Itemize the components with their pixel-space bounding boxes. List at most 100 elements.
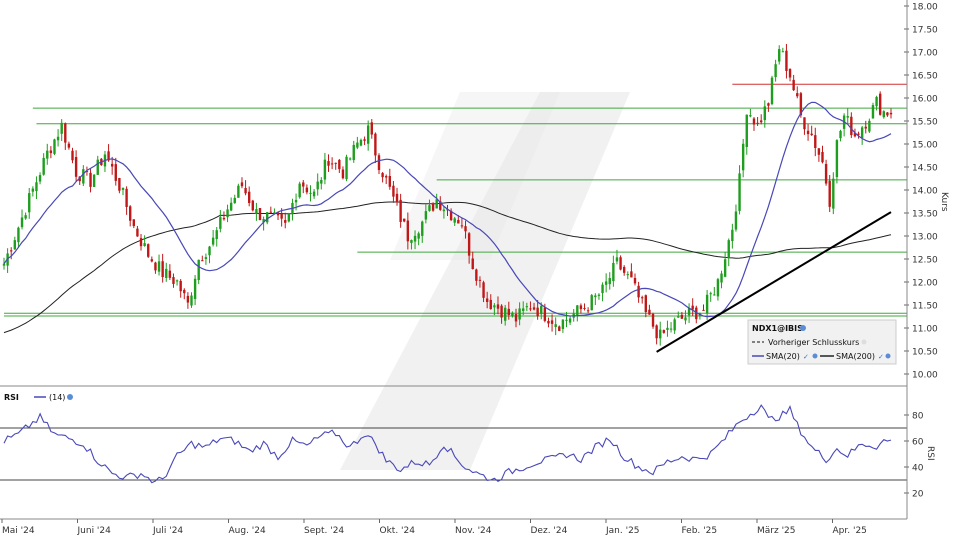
candle [298, 181, 301, 199]
candle [139, 233, 143, 251]
candle-body [327, 161, 330, 166]
candle-body [532, 307, 536, 310]
candle-body [478, 279, 482, 281]
candle [233, 194, 236, 204]
candle [309, 185, 312, 202]
candle [323, 152, 327, 185]
candle-body [651, 313, 655, 327]
candle [752, 117, 756, 131]
candle [814, 127, 817, 157]
candle-body [489, 299, 492, 309]
candle-body [648, 309, 651, 315]
candle-body [74, 157, 78, 177]
candle-body [770, 77, 774, 105]
candle-body [204, 257, 208, 260]
candle [320, 177, 323, 190]
candle [60, 119, 63, 141]
candle-body [222, 217, 226, 220]
legend-check-icon[interactable]: ✓ [878, 353, 884, 361]
candle-body [237, 185, 240, 198]
candle [806, 124, 810, 141]
candle [568, 315, 572, 325]
candle [756, 117, 759, 126]
candle-body [824, 164, 828, 184]
candle-body [125, 188, 128, 207]
candle [821, 145, 824, 164]
candle-body [871, 105, 875, 119]
time-tick-label: Feb. '25 [682, 526, 718, 536]
candle-body [395, 193, 399, 203]
candle [157, 254, 161, 276]
candle-body [850, 116, 853, 136]
candle [35, 176, 38, 200]
candle-body [136, 228, 139, 237]
candle-body [381, 173, 384, 178]
candle [659, 321, 662, 346]
candle-body [781, 51, 785, 53]
candle [601, 282, 604, 302]
candle [132, 219, 136, 229]
candle [201, 255, 204, 262]
candle [803, 117, 806, 135]
candle-body [644, 295, 648, 313]
candle-body [482, 282, 485, 298]
candle [788, 68, 792, 82]
candle [770, 75, 774, 106]
candle-body [352, 144, 355, 161]
candle-body [734, 211, 738, 230]
candle [741, 138, 745, 178]
price-tick-label: 15.00 [912, 141, 938, 151]
candle [677, 311, 680, 318]
candle [215, 226, 218, 247]
candle-body [467, 233, 471, 256]
candle-body [659, 329, 662, 339]
candle-body [294, 199, 298, 203]
candle-body [10, 250, 13, 252]
candle-body [565, 319, 568, 321]
candle [330, 157, 334, 170]
candle-body [255, 209, 258, 214]
candle-body [24, 215, 27, 219]
candle-body [540, 305, 543, 315]
candle [251, 199, 254, 212]
candle-body [20, 217, 24, 228]
time-tick-label: März '25 [757, 526, 796, 536]
candle-body [366, 125, 370, 144]
candle [190, 292, 193, 308]
candle-body [511, 312, 514, 317]
candle [179, 279, 182, 298]
candle-body [597, 294, 601, 296]
candle [842, 113, 846, 137]
candle [662, 329, 666, 334]
time-tick-label: Mai '24 [2, 526, 35, 536]
candle [17, 226, 20, 249]
candle-body [147, 244, 150, 257]
candle-body [832, 178, 835, 209]
legend-item-sma20: SMA(20) [766, 352, 800, 361]
candle [878, 91, 882, 116]
candle-body [496, 304, 500, 309]
candle [590, 293, 593, 311]
candle [810, 125, 813, 136]
candle-body [475, 269, 478, 281]
candle [586, 307, 590, 314]
candle [579, 303, 583, 314]
candle-body [42, 157, 45, 175]
candle-body [745, 114, 748, 148]
legend-item-previous-close: Vorheriger Schlusskurs [768, 338, 859, 347]
candle [92, 174, 96, 187]
candle-body [183, 289, 186, 294]
rsi-title: RSI [4, 393, 19, 402]
candle-body [886, 112, 889, 116]
candle [359, 138, 363, 147]
candle [850, 112, 853, 139]
candle-body [197, 259, 200, 281]
candle-body [583, 307, 586, 309]
candle [150, 256, 154, 263]
candle [38, 172, 42, 185]
candle [637, 281, 640, 303]
candle [882, 110, 885, 119]
candle-body [219, 217, 222, 229]
candle [338, 158, 341, 173]
legend-check-icon[interactable]: ✓ [803, 353, 809, 361]
